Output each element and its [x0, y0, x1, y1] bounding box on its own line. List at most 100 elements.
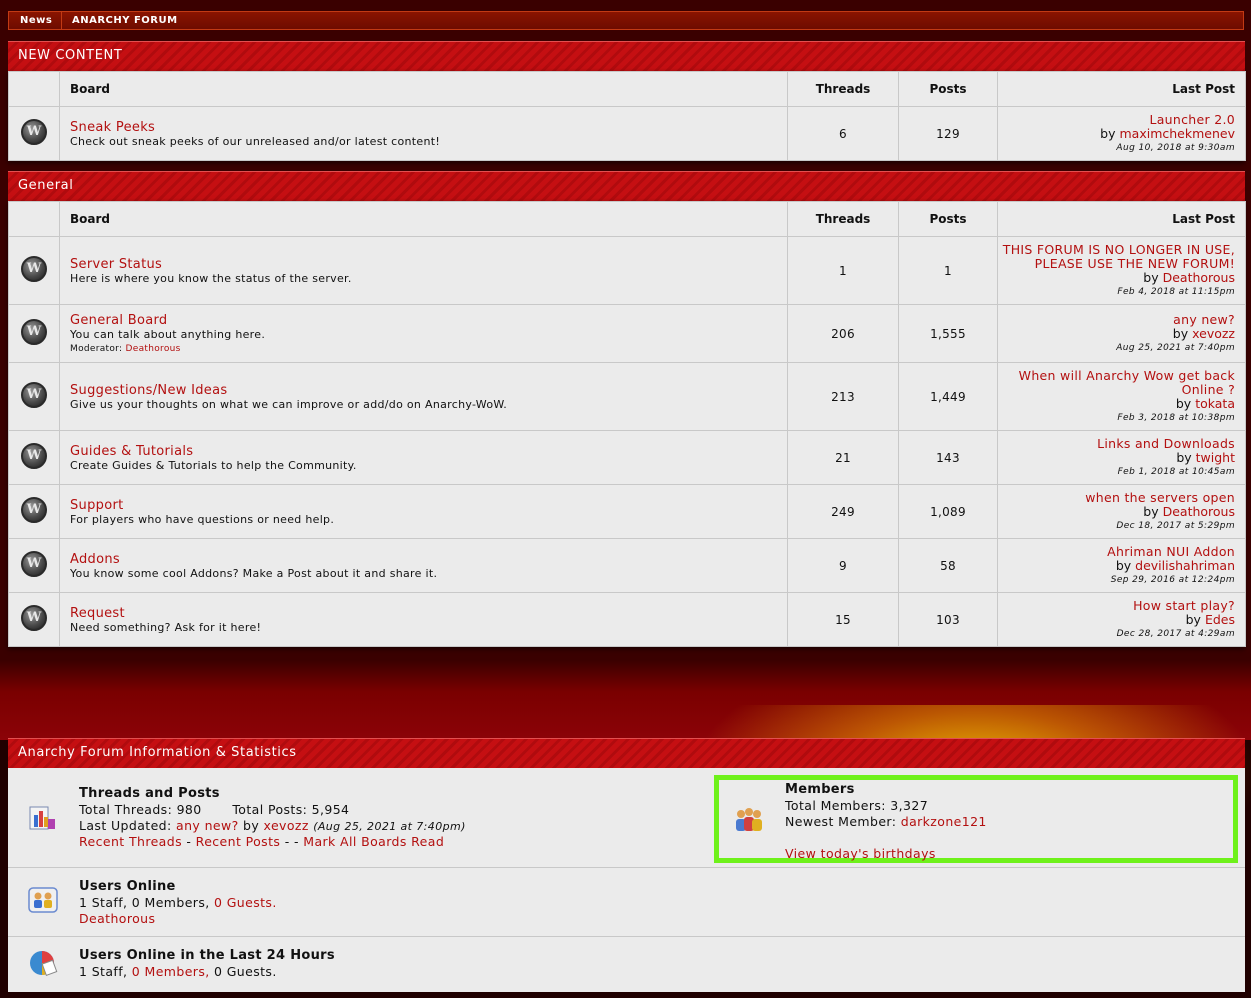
by-label: by [1172, 325, 1189, 341]
board-link[interactable]: Request [70, 606, 787, 621]
by-label: by [1143, 269, 1159, 285]
last-post-user[interactable]: devilishahriman [1135, 558, 1235, 573]
threads-posts-title: Threads and Posts [79, 786, 220, 801]
total-posts-value: 5,954 [311, 802, 350, 817]
guests-link[interactable]: 0 Guests. [214, 895, 277, 910]
online-24h-title: Users Online in the Last 24 Hours [79, 948, 335, 963]
totals-line: Total Threads: 980 Total Posts: 5,954 [79, 802, 349, 817]
col-threads: Threads [787, 71, 899, 107]
moderator-link[interactable]: Deathorous [126, 344, 181, 354]
post-count: 1,449 [898, 362, 998, 431]
board-link[interactable]: General Board [70, 313, 787, 328]
recent-posts-link[interactable]: Recent Posts [196, 834, 281, 849]
mark-all-read-link[interactable]: Mark All Boards Read [303, 834, 444, 849]
last-post-link[interactable]: any new? [1173, 312, 1235, 327]
by-label: by [1143, 503, 1159, 519]
by-label: by [1115, 557, 1132, 573]
col-board: Board [59, 201, 788, 237]
board-row: Guides & Tutorials Create Guides & Tutor… [8, 430, 1246, 485]
last-post-date: Sep 29, 2016 at 12:24pm [1110, 574, 1235, 585]
stats-row: Threads and Posts Total Threads: 980 Tot… [8, 768, 1245, 868]
nav-separator [61, 12, 62, 29]
last-post-link[interactable]: When will Anarchy Wow get back Online ? [1019, 368, 1235, 397]
last-updated-link[interactable]: any new? [176, 818, 239, 833]
nav-anarchy-forum[interactable]: ANARCHY FORUM [72, 12, 178, 29]
by-label: by [1175, 395, 1192, 411]
nav-news[interactable]: News [20, 12, 52, 29]
thread-count: 249 [787, 484, 899, 539]
members-panel-highlighted: Members Total Members: 3,327 Newest Memb… [714, 775, 1238, 863]
last-post-user[interactable]: maximchekmenev [1120, 126, 1236, 141]
col-posts: Posts [898, 201, 998, 237]
board-row: Request Need something? Ask for it here!… [8, 592, 1246, 647]
newest-member-link[interactable]: darkzone121 [901, 814, 987, 829]
moderator-label: Moderator: [70, 344, 123, 354]
board-link[interactable]: Support [70, 498, 787, 513]
board-wow-icon [21, 319, 47, 345]
last-post-link[interactable]: How start play? [1133, 598, 1235, 613]
section-title: Anarchy Forum Information & Statistics [18, 745, 297, 760]
last-post-link[interactable]: Links and Downloads [1097, 436, 1235, 451]
recent-threads-link[interactable]: Recent Threads [79, 834, 182, 849]
top-navbar: News ANARCHY FORUM [8, 11, 1244, 30]
board-description: Need something? Ask for it here! [70, 620, 262, 634]
board-description: Create Guides & Tutorials to help the Co… [70, 458, 357, 472]
section-header: General [8, 171, 1245, 201]
board-row: General Board You can talk about anythin… [8, 304, 1246, 363]
members-icon [736, 808, 762, 831]
thread-count: 206 [787, 304, 899, 363]
by-label: by [1185, 611, 1201, 627]
users-online-row: Users Online 1 Staff, 0 Members, 0 Guest… [8, 868, 1245, 937]
last-updated-user[interactable]: xevozz [264, 818, 309, 833]
last-post-user[interactable]: tokata [1195, 396, 1235, 411]
staff-count: 1 Staff, [79, 964, 128, 979]
section-body: Board Threads Posts Last Post Sneak Peek… [8, 71, 1246, 161]
last-post-user[interactable]: Deathorous [1163, 270, 1235, 285]
users-online-counts: 1 Staff, 0 Members, 0 Guests. [79, 895, 277, 910]
board-link[interactable]: Guides & Tutorials [70, 444, 787, 459]
last-post-date: Feb 1, 2018 at 10:45am [1117, 466, 1235, 477]
users-online-title: Users Online [79, 879, 176, 894]
last-post-user[interactable]: Edes [1205, 612, 1235, 627]
board-wow-icon [21, 497, 47, 523]
board-row: Suggestions/New Ideas Give us your thoug… [8, 362, 1246, 431]
last-post-user[interactable]: xevozz [1192, 326, 1235, 341]
section-body: Board Threads Posts Last Post Server Sta… [8, 201, 1246, 647]
post-count: 1 [898, 236, 998, 305]
board-link[interactable]: Suggestions/New Ideas [70, 383, 787, 398]
last-post-date: Feb 4, 2018 at 11:15pm [1117, 286, 1235, 297]
board-wow-icon [21, 605, 47, 631]
thread-count: 9 [787, 538, 899, 593]
total-threads-value: 980 [176, 802, 202, 817]
last-post-link[interactable]: when the servers open [1085, 490, 1235, 505]
section-header: NEW CONTENT [8, 41, 1245, 71]
last-post-link[interactable]: Ahriman NUI Addon [1107, 544, 1235, 559]
board-wow-icon [21, 443, 47, 469]
online-user-link[interactable]: Deathorous [79, 911, 155, 926]
total-members-value: 3,327 [890, 798, 929, 813]
newest-member-line: Newest Member: darkzone121 [785, 814, 987, 829]
board-description: Give us your thoughts on what we can imp… [70, 397, 508, 411]
birthdays-link[interactable]: View today's birthdays [785, 846, 936, 861]
board-wow-icon [21, 256, 47, 282]
newest-member-label: Newest Member: [785, 814, 897, 829]
users-online-icon [28, 887, 58, 913]
last-post-link[interactable]: THIS FORUM IS NO LONGER IN USE, PLEASE U… [1003, 242, 1235, 271]
last-post-user[interactable]: Deathorous [1163, 504, 1235, 519]
board-link[interactable]: Addons [70, 552, 787, 567]
col-board: Board [59, 71, 788, 107]
members-link[interactable]: 0 Members, [132, 964, 210, 979]
last-post-user[interactable]: twight [1196, 450, 1235, 465]
last-post-link[interactable]: Launcher 2.0 [1149, 112, 1235, 127]
board-description: For players who have questions or need h… [70, 512, 335, 526]
board-table: Board Threads Posts Last Post Sneak Peek… [8, 71, 1246, 161]
board-row: Support For players who have questions o… [8, 484, 1246, 539]
last-post-date: Aug 25, 2021 at 7:40pm [1116, 342, 1235, 353]
board-link[interactable]: Sneak Peeks [70, 120, 787, 135]
pie-chart-icon [30, 951, 58, 976]
thread-count: 15 [787, 592, 899, 647]
thread-count: 6 [787, 106, 899, 161]
col-last-post: Last Post [997, 201, 1246, 237]
last-post-date: Aug 10, 2018 at 9:30am [1116, 142, 1235, 153]
board-link[interactable]: Server Status [70, 257, 787, 272]
